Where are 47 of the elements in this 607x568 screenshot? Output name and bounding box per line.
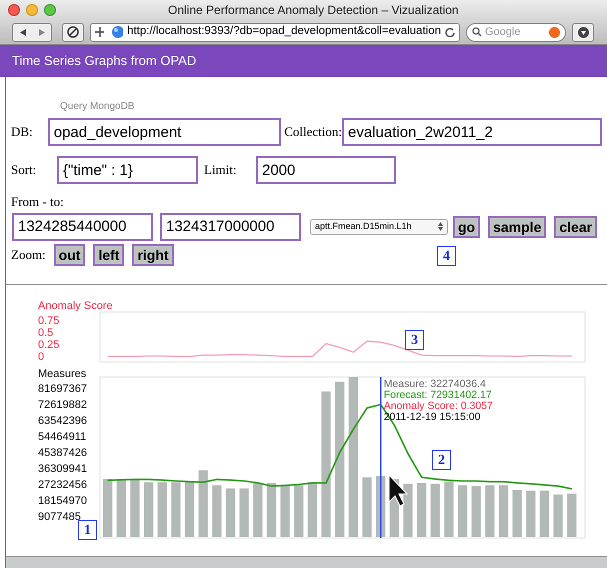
action-button[interactable]: go: [453, 216, 480, 238]
to-field[interactable]: 1324317000000: [160, 212, 301, 240]
from-field[interactable]: 1324285440000: [12, 212, 153, 240]
axis-label: 27232456: [38, 478, 87, 491]
zoom-label: Zoom:: [11, 246, 46, 264]
axis-label: 81697367: [38, 382, 87, 395]
db-label: DB:: [11, 123, 34, 142]
limit-label: Limit:: [204, 161, 238, 180]
collection-label: Collection:: [284, 123, 342, 142]
tooltip-text: Forecast: 72931402.17: [384, 389, 492, 401]
axis-label: 63542396: [38, 414, 87, 427]
action-button[interactable]: sample: [488, 216, 546, 238]
axis-label: 45387426: [38, 446, 87, 459]
search-placeholder: Google: [485, 24, 520, 40]
db-field[interactable]: opad_development: [48, 118, 282, 146]
sort-label: Sort:: [11, 161, 38, 180]
tooltip-text: Anomaly Score: 0.3057: [384, 400, 493, 412]
axis-label: 0: [38, 350, 44, 363]
zoom-button[interactable]: right: [132, 244, 174, 266]
callout-number: 4: [437, 246, 456, 266]
url-text: http://localhost:9393/?db=opad_development&coll=evaluation: [127, 24, 441, 40]
axis-label: 0.25: [38, 338, 60, 351]
limit-field[interactable]: 2000: [256, 156, 396, 184]
zoom-button[interactable]: left: [93, 244, 124, 266]
section-title: Query MongoDB: [60, 100, 136, 114]
chart-title: Anomaly Score: [38, 300, 113, 312]
callout-number: 3: [405, 330, 424, 350]
callout-number: 1: [78, 520, 97, 540]
range-label: From - to:: [11, 193, 65, 211]
axis-label: 72619882: [38, 398, 87, 411]
chart-title: Measures: [38, 368, 86, 380]
axis-label: 18154970: [38, 494, 87, 507]
collection-field[interactable]: evaluation_2w2011_2: [342, 118, 602, 146]
axis-label: 36309941: [38, 462, 87, 475]
zoom-button[interactable]: out: [54, 244, 86, 266]
sort-field[interactable]: {"time" : 1}: [57, 156, 198, 184]
axis-label: 0.75: [38, 314, 60, 327]
callout-number: 2: [432, 450, 451, 470]
window-title: Online Performance Anomaly Detection – Vizualization: [168, 2, 459, 19]
address-field[interactable]: http://localhost:9393/?db=opad_development&coll=evaluation: [90, 22, 460, 42]
axis-label: 54464911: [38, 430, 86, 443]
tooltip-text: Measure: 32274036.4: [384, 378, 486, 390]
axis-label: 0.5: [38, 326, 54, 339]
action-button[interactable]: clear: [554, 216, 598, 238]
header-title: Time Series Graphs from OPAD: [12, 52, 196, 70]
axis-label: 9077485: [38, 510, 81, 523]
metric-select[interactable]: aptt.Fmean.D15min.L1h: [310, 218, 448, 234]
